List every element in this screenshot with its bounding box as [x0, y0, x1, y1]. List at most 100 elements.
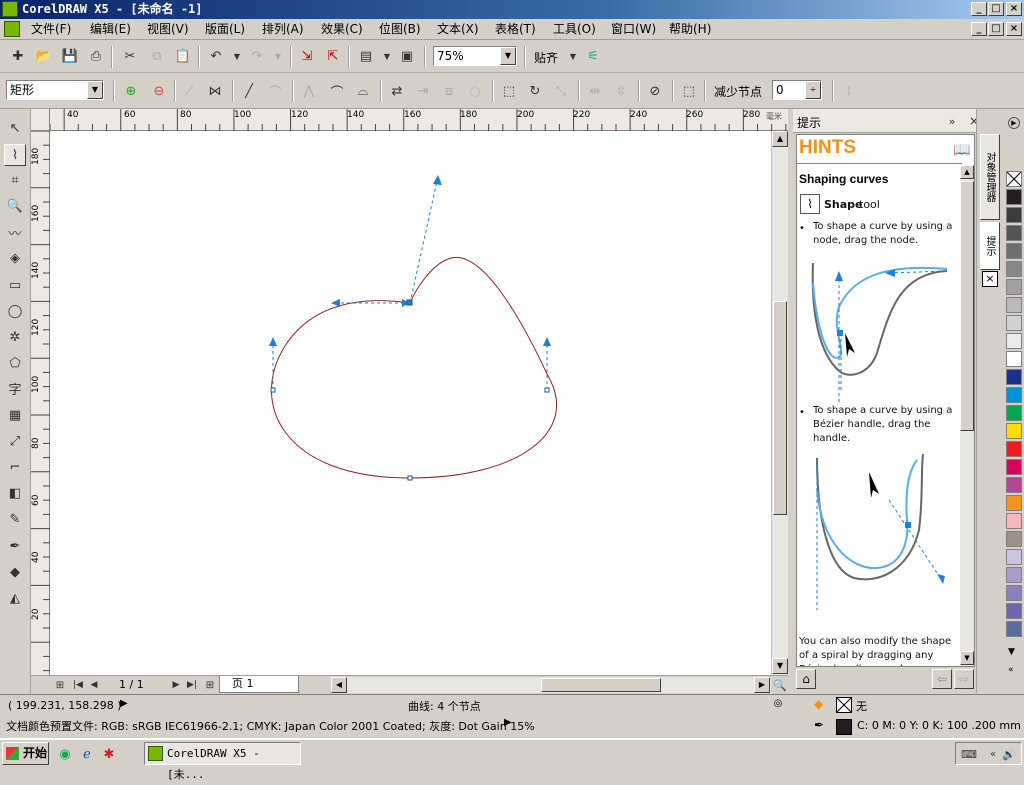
symmetrical-node-icon[interactable]: ⌓ — [354, 82, 372, 100]
menu-tools[interactable]: 工具(O) — [553, 21, 596, 38]
dimension-tool-icon[interactable]: ⤢ — [6, 432, 24, 450]
vertical-ruler[interactable]: 180 160 140 120 100 80 60 40 20 — [31, 131, 50, 675]
crop-tool-icon[interactable]: ⌗ — [6, 171, 24, 189]
shape-tool-icon[interactable]: ⌇ — [4, 144, 26, 166]
welcome-screen-icon[interactable]: ▣ — [398, 47, 416, 65]
add-page-after-icon[interactable]: ⊞ — [201, 676, 219, 694]
zoom-dropdown-icon[interactable]: ▼ — [500, 47, 516, 65]
snap-to-button[interactable]: 贴齐 — [534, 49, 558, 66]
select-all-nodes-icon[interactable]: ⬚ — [680, 82, 698, 100]
ruler-origin[interactable] — [31, 109, 50, 131]
palette-swatch[interactable] — [1006, 567, 1022, 583]
outline-pen-icon[interactable]: ✒ — [6, 537, 24, 555]
menu-layout[interactable]: 版面(L) — [205, 21, 245, 38]
new-document-icon[interactable]: ✚ — [9, 47, 27, 65]
palette-swatch[interactable] — [1006, 531, 1022, 547]
vertical-scrollbar[interactable]: ▲ ▼ — [771, 131, 788, 675]
smart-fill-icon[interactable]: ◈ — [6, 249, 24, 267]
hints-scroll-down-icon[interactable]: ▼ — [960, 651, 974, 665]
doc-restore-button[interactable]: □ — [988, 22, 1004, 36]
fill-none-swatch[interactable] — [836, 697, 852, 713]
zoom-level-combo[interactable]: 75% ▼ — [433, 46, 517, 66]
smooth-node-icon[interactable]: ⌒ — [328, 82, 346, 101]
snap-status-icon[interactable]: ◎ — [770, 698, 786, 712]
tab-object-manager[interactable]: 对象管理器 — [980, 134, 1000, 220]
interactive-fill-icon[interactable]: ◭ — [6, 589, 24, 607]
menu-window[interactable]: 窗口(W) — [611, 21, 656, 38]
hints-book-icon[interactable]: 📖 — [953, 141, 971, 159]
palette-swatch[interactable] — [1006, 207, 1022, 223]
snap-dropdown-icon[interactable]: ▼ — [564, 47, 582, 65]
table-tool-icon[interactable]: ▦ — [6, 406, 24, 424]
taskbar-coreldraw-button[interactable]: CorelDRAW X5 - [未... — [144, 742, 301, 781]
menu-arrange[interactable]: 排列(A) — [262, 21, 304, 38]
docker-expand-icon[interactable]: » — [943, 112, 961, 130]
palette-swatch[interactable] — [1006, 459, 1022, 475]
elastic-mode-icon[interactable]: ⊘ — [646, 82, 664, 100]
break-curve-icon[interactable]: ⋈ — [206, 82, 224, 100]
palette-swatch[interactable] — [1006, 585, 1022, 601]
keyboard-icon[interactable]: ⌨ — [960, 745, 978, 763]
vertical-scroll-thumb[interactable] — [773, 301, 787, 515]
reverse-direction-icon[interactable]: ⇄ — [388, 82, 406, 100]
drawing-canvas[interactable] — [50, 131, 771, 675]
menu-view[interactable]: 视图(V) — [147, 21, 189, 38]
eyedropper-tool-icon[interactable]: ✎ — [6, 510, 24, 528]
menu-bitmaps[interactable]: 位图(B) — [379, 21, 421, 38]
palette-swatch[interactable] — [1006, 441, 1022, 457]
dock-close-icon[interactable]: × — [982, 271, 998, 287]
outline-color-swatch[interactable] — [836, 719, 852, 735]
palette-swatch[interactable] — [1006, 549, 1022, 565]
fill-tool-icon[interactable]: ◆ — [6, 563, 24, 581]
last-page-icon[interactable]: ▶| — [183, 676, 201, 694]
scroll-right-arrow-icon[interactable]: ▶ — [754, 677, 770, 693]
horizontal-scroll-thumb[interactable] — [541, 678, 661, 692]
palette-swatch[interactable] — [1006, 279, 1022, 295]
hints-home-icon[interactable]: ⌂ — [796, 669, 816, 689]
connector-tool-icon[interactable]: ⌐ — [6, 458, 24, 476]
shape-selection-combo[interactable]: 矩形 ▼ — [6, 80, 104, 100]
palette-swatch[interactable] — [1006, 513, 1022, 529]
palette-swatch[interactable] — [1006, 243, 1022, 259]
start-button[interactable]: 开始 — [2, 742, 49, 765]
shape-dropdown-icon[interactable]: ▼ — [87, 81, 103, 99]
hints-scroll-up-icon[interactable]: ▲ — [960, 165, 974, 179]
scroll-up-arrow-icon[interactable]: ▲ — [772, 131, 788, 147]
add-node-icon[interactable]: ⊕ — [122, 82, 140, 100]
palette-expand-icon[interactable]: « — [1008, 665, 1014, 675]
palette-swatch[interactable] — [1006, 621, 1022, 637]
basic-shapes-icon[interactable]: ⬠ — [6, 354, 24, 372]
import-icon[interactable]: ⇲ — [298, 47, 316, 65]
doc-close-button[interactable]: × — [1006, 22, 1022, 36]
quicklaunch-app-icon[interactable]: ✱ — [100, 745, 118, 763]
no-color-swatch[interactable] — [1006, 171, 1022, 187]
menu-text[interactable]: 文本(X) — [437, 21, 479, 38]
palette-swatch[interactable] — [1006, 495, 1022, 511]
delete-node-icon[interactable]: ⊖ — [150, 82, 168, 100]
polygon-tool-icon[interactable]: ✲ — [6, 328, 24, 346]
palette-swatch[interactable] — [1006, 477, 1022, 493]
curve-smoothness-field[interactable]: 0 ÷ — [772, 80, 822, 100]
undo-dropdown-icon[interactable]: ▼ — [228, 47, 246, 65]
page-tab-1[interactable]: 页 1 — [219, 676, 299, 693]
pick-tool-icon[interactable]: ↖ — [6, 119, 24, 137]
palette-swatch[interactable] — [1006, 405, 1022, 421]
hints-scrollbar[interactable]: ▲ ▼ — [960, 165, 974, 666]
palette-swatch[interactable] — [1006, 387, 1022, 403]
palette-swatch[interactable] — [1006, 315, 1022, 331]
export-icon[interactable]: ⇱ — [324, 47, 342, 65]
palette-swatch[interactable] — [1006, 333, 1022, 349]
doc-minimize-button[interactable]: _ — [971, 22, 987, 36]
palette-swatch[interactable] — [1006, 423, 1022, 439]
close-button[interactable]: × — [1006, 2, 1022, 16]
hints-scroll-thumb[interactable] — [960, 181, 974, 431]
add-page-before-icon[interactable]: ⊞ — [51, 676, 69, 694]
coords-arrow-icon[interactable]: ▶ — [120, 698, 128, 709]
scroll-down-arrow-icon[interactable]: ▼ — [772, 658, 788, 674]
open-folder-icon[interactable]: 📂 — [35, 47, 53, 65]
ellipse-tool-icon[interactable]: ◯ — [6, 302, 24, 320]
quicklaunch-browser-icon[interactable]: ◉ — [56, 745, 74, 763]
palette-swatch[interactable] — [1006, 297, 1022, 313]
smoothness-slider-icon[interactable]: ÷ — [805, 81, 821, 99]
profile-arrow-icon[interactable]: ▶ — [504, 717, 512, 728]
